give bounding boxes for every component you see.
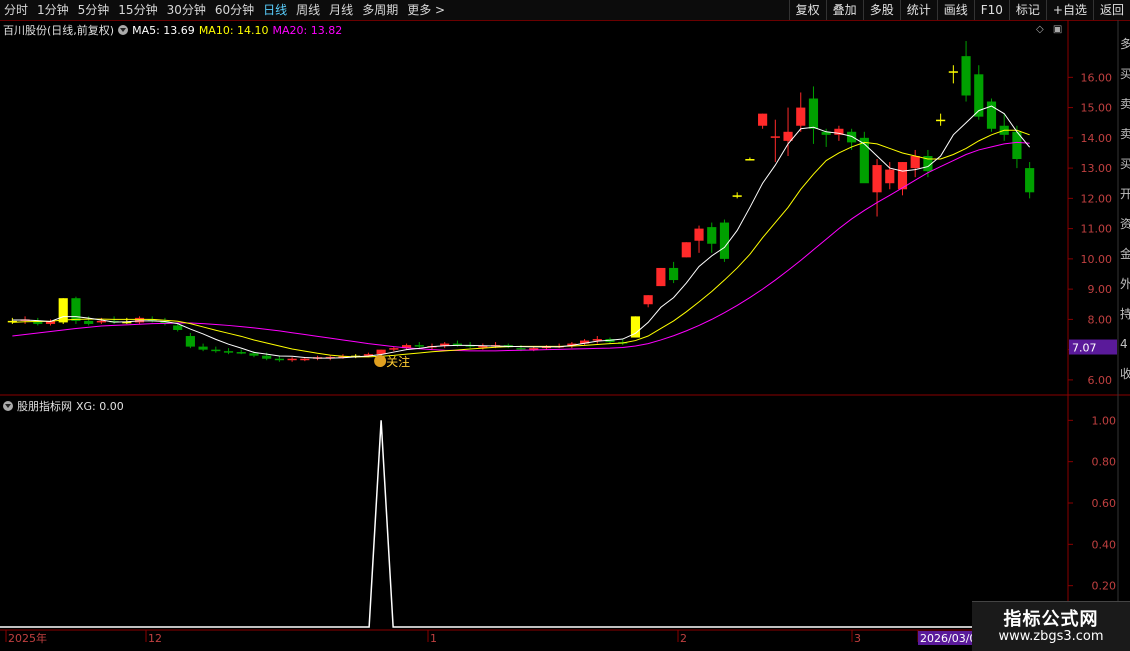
annotation-label: 关注 (386, 354, 410, 369)
candle-body (274, 358, 284, 361)
right-strip-char: 收 (1120, 367, 1130, 381)
xg-indicator-line (0, 420, 1068, 628)
candle-body (211, 349, 221, 352)
right-strip-char: 卖 (1120, 127, 1130, 141)
candle-body (732, 195, 742, 197)
candle-body (859, 137, 869, 184)
candle-body (414, 345, 424, 347)
price-tick-label: 9.00 (1088, 283, 1113, 296)
time-label: 2 (680, 632, 687, 645)
right-strip-char: 金 (1120, 246, 1130, 261)
candle-body (758, 113, 768, 126)
candle-body (452, 343, 462, 346)
candle-body (681, 242, 691, 258)
candle-body (33, 321, 43, 324)
candle-body (389, 348, 399, 350)
right-strip-char: 外 (1120, 277, 1130, 291)
indicator-tick-label: 0.40 (1092, 538, 1117, 551)
candle-body (185, 336, 195, 347)
candle-body (262, 355, 272, 359)
candle-body (223, 351, 234, 353)
indicator-tick-label: 0.60 (1092, 497, 1117, 510)
price-tick-label: 10.00 (1081, 253, 1113, 266)
price-tick-label: 15.00 (1081, 102, 1113, 115)
candle-body (236, 352, 246, 354)
candle-body (872, 165, 882, 193)
candle-body (885, 169, 895, 184)
candle-body (516, 348, 526, 350)
right-strip-char: 4 (1120, 337, 1128, 351)
right-strip-char: 资 (1120, 217, 1130, 231)
right-strip-char: 开 (1120, 187, 1130, 201)
time-label: 12 (148, 632, 162, 645)
indicator-tick-label: 1.00 (1092, 414, 1117, 427)
candle-body (745, 159, 755, 161)
indicator-tick-label: 0.80 (1092, 456, 1117, 469)
stock-chart[interactable]: 16.0015.0014.0013.0012.0011.0010.009.008… (0, 0, 1130, 650)
right-strip-char: 买 (1120, 157, 1130, 171)
watermark-title: 指标公式网 (1003, 609, 1099, 630)
right-strip-char: 持 (1120, 306, 1130, 321)
time-label: 1 (430, 632, 437, 645)
candle-body (808, 98, 819, 129)
candle-body (707, 227, 717, 244)
candle-body (287, 358, 297, 361)
candle-body (84, 320, 94, 324)
current-price-label: 7.07 (1072, 342, 1097, 355)
price-tick-label: 6.00 (1088, 374, 1113, 387)
price-tick-label: 11.00 (1081, 223, 1113, 236)
price-tick-label: 12.00 (1081, 192, 1113, 205)
candle-body (249, 353, 259, 356)
right-strip-char: 卖 (1120, 97, 1130, 111)
candle-body (936, 119, 946, 122)
candle-body (198, 346, 208, 350)
right-strip-char: 买 (1120, 67, 1130, 81)
candle-body (669, 267, 679, 281)
candle-body (910, 156, 920, 169)
candle-body (770, 136, 780, 138)
time-label: 2025年 (8, 631, 47, 645)
candle-body (961, 56, 971, 96)
candle-body (173, 325, 183, 330)
money-bag-icon (374, 355, 387, 367)
candle-body (134, 317, 145, 323)
time-label: 2026/03/0 (920, 632, 976, 645)
candle-body (1025, 168, 1035, 193)
price-tick-label: 8.00 (1088, 313, 1113, 326)
candle-body (847, 131, 857, 143)
candle-body (592, 339, 602, 341)
price-tick-label: 16.00 (1081, 71, 1113, 84)
candle-body (719, 222, 730, 259)
right-strip-char: 多头 (1120, 37, 1130, 51)
price-tick-label: 13.00 (1081, 162, 1113, 175)
candle-body (897, 162, 908, 190)
watermark: 指标公式网 www.zbgs3.com (972, 601, 1130, 651)
price-tick-label: 14.00 (1081, 132, 1113, 145)
candle-body (796, 107, 806, 126)
time-label: 3 (854, 632, 861, 645)
candle-body (643, 295, 653, 305)
candle-body (656, 267, 666, 287)
indicator-tick-label: 0.20 (1092, 580, 1117, 593)
candle-body (300, 358, 310, 361)
candle-body (694, 228, 704, 241)
candle-body (948, 71, 958, 73)
candle-body (58, 298, 68, 323)
candle-body (96, 320, 106, 323)
watermark-url: www.zbgs3.com (998, 629, 1104, 644)
